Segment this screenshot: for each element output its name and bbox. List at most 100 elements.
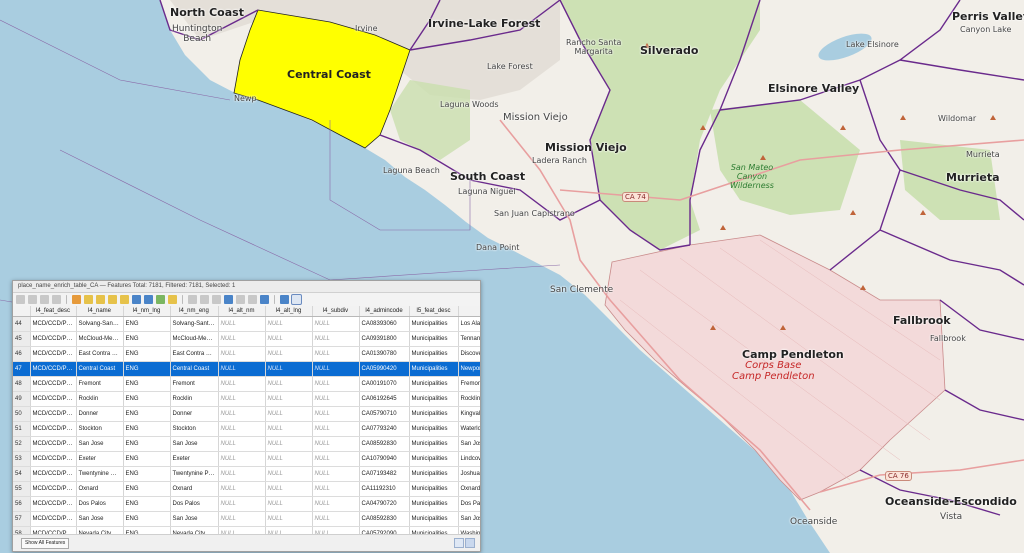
table-cell[interactable]: NULL xyxy=(265,451,313,467)
column-header[interactable] xyxy=(458,306,480,317)
table-cell[interactable]: Rocklin xyxy=(170,391,219,407)
row-number[interactable]: 50 xyxy=(13,406,31,422)
table-cell[interactable]: San Jos xyxy=(458,511,480,527)
table-cell[interactable]: ENG xyxy=(123,511,171,527)
table-cell[interactable]: CA05790710 xyxy=(359,406,410,422)
table-row[interactable]: 54MCD/CCD/Posit...Twentynine Pal...ENGTw… xyxy=(13,466,480,482)
table-cell[interactable]: NULL xyxy=(312,316,360,332)
table-cell[interactable]: NULL xyxy=(218,436,266,452)
table-cell[interactable]: Central Coast xyxy=(170,361,219,377)
table-cell[interactable]: NULL xyxy=(265,496,313,512)
add-feature-icon[interactable] xyxy=(72,295,81,304)
table-cell[interactable]: NULL xyxy=(218,481,266,497)
field-calculator-icon[interactable] xyxy=(260,295,269,304)
table-cell[interactable]: Municipalities xyxy=(409,316,459,332)
table-cell[interactable]: CA06192645 xyxy=(359,391,410,407)
table-cell[interactable]: MCD/CCD/Posit... xyxy=(30,466,77,482)
table-cell[interactable]: ENG xyxy=(123,466,171,482)
table-row-selected[interactable]: 47MCD/CCD/Posit...Central CoastENGCentra… xyxy=(13,361,480,377)
table-cell[interactable]: ENG xyxy=(123,436,171,452)
table-cell[interactable]: CA08592830 xyxy=(359,511,410,527)
table-cell[interactable]: CA00191070 xyxy=(359,376,410,392)
row-number[interactable]: 47 xyxy=(13,361,31,377)
table-cell[interactable]: MCD/CCD/Posit... xyxy=(30,481,77,497)
zoom-to-selected-icon[interactable] xyxy=(224,295,233,304)
table-cell[interactable]: Discover xyxy=(458,346,480,362)
column-header[interactable]: l4_alt_lng xyxy=(265,306,313,317)
table-cell[interactable]: ENG xyxy=(123,406,171,422)
table-row[interactable]: 57MCD/CCD/Posit...San JoseENGSan JoseNUL… xyxy=(13,511,480,527)
table-view-icon[interactable] xyxy=(465,538,475,548)
table-cell[interactable]: Waterlo xyxy=(458,421,480,437)
table-cell[interactable]: Dos Palos xyxy=(76,496,124,512)
column-header[interactable]: l4_name xyxy=(76,306,124,317)
table-cell[interactable]: NULL xyxy=(312,451,360,467)
row-number[interactable]: 53 xyxy=(13,451,31,467)
table-cell[interactable]: MCD/CCD/Posit... xyxy=(30,346,77,362)
table-cell[interactable]: MCD/CCD/Posit... xyxy=(30,451,77,467)
pan-to-selected-icon[interactable] xyxy=(212,295,221,304)
reload-icon[interactable] xyxy=(52,295,61,304)
table-cell[interactable]: ENG xyxy=(123,391,171,407)
column-header[interactable]: l4_subdiv xyxy=(312,306,360,317)
table-cell[interactable]: NULL xyxy=(218,421,266,437)
table-cell[interactable]: Municipalities xyxy=(409,511,459,527)
table-cell[interactable]: NULL xyxy=(312,331,360,347)
row-number[interactable]: 56 xyxy=(13,496,31,512)
table-cell[interactable]: Los Alam xyxy=(458,316,480,332)
table-row[interactable]: 45MCD/CCD/Posit...McCloud-Medi...ENGMcCl… xyxy=(13,331,480,347)
table-cell[interactable]: Solvang-Santa ... xyxy=(170,316,219,332)
table-cell[interactable]: NULL xyxy=(265,421,313,437)
filter-map-icon[interactable] xyxy=(188,295,197,304)
table-row[interactable]: 44MCD/CCD/Posit...Solvang-Santa ...ENGSo… xyxy=(13,316,480,332)
table-cell[interactable]: CA04790720 xyxy=(359,496,410,512)
table-cell[interactable]: Central Coast xyxy=(76,361,124,377)
table-cell[interactable]: Municipalities xyxy=(409,331,459,347)
table-cell[interactable]: Stockton xyxy=(170,421,219,437)
table-cell[interactable]: Exeter xyxy=(76,451,124,467)
row-number[interactable]: 52 xyxy=(13,436,31,452)
table-cell[interactable]: NULL xyxy=(218,511,266,527)
table-cell[interactable]: ENG xyxy=(123,421,171,437)
row-number[interactable]: 45 xyxy=(13,331,31,347)
table-cell[interactable]: NULL xyxy=(265,436,313,452)
row-number[interactable]: 46 xyxy=(13,346,31,362)
table-cell[interactable]: Newport xyxy=(458,361,480,377)
select-all-icon[interactable] xyxy=(144,295,153,304)
table-cell[interactable]: MCD/CCD/Posit... xyxy=(30,376,77,392)
table-cell[interactable]: CA09391800 xyxy=(359,331,410,347)
table-cell[interactable]: East Contra Cos... xyxy=(170,346,219,362)
table-cell[interactable]: NULL xyxy=(218,361,266,377)
table-cell[interactable]: Tennant xyxy=(458,331,480,347)
attribute-table-window[interactable]: place_name_enrich_table_CA — Features To… xyxy=(12,280,481,552)
table-cell[interactable]: Municipalities xyxy=(409,496,459,512)
table-cell[interactable]: Solvang-Santa ... xyxy=(76,316,124,332)
move-selection-top-icon[interactable] xyxy=(200,295,209,304)
table-cell[interactable]: NULL xyxy=(218,451,266,467)
table-cell[interactable]: NULL xyxy=(265,391,313,407)
table-cell[interactable]: McCloud-Medi... xyxy=(76,331,124,347)
table-cell[interactable]: Joshua xyxy=(458,466,480,482)
row-number[interactable]: 51 xyxy=(13,421,31,437)
table-cell[interactable]: NULL xyxy=(265,376,313,392)
table-cell[interactable]: ENG xyxy=(123,451,171,467)
table-cell[interactable]: NULL xyxy=(265,346,313,362)
table-row[interactable]: 56MCD/CCD/Posit...Dos PalosENGDos PalosN… xyxy=(13,496,480,512)
table-cell[interactable]: Municipalities xyxy=(409,361,459,377)
table-cell[interactable]: Oxnard xyxy=(458,481,480,497)
table-cell[interactable]: San Jose xyxy=(170,511,219,527)
table-cell[interactable]: Kingvale xyxy=(458,406,480,422)
table-cell[interactable]: CA01390780 xyxy=(359,346,410,362)
table-cell[interactable]: Municipalities xyxy=(409,346,459,362)
table-cell[interactable]: Exeter xyxy=(170,451,219,467)
row-number[interactable]: 49 xyxy=(13,391,31,407)
column-header[interactable]: l4_nm_lng xyxy=(123,306,171,317)
table-cell[interactable]: Rocklin xyxy=(458,391,480,407)
table-cell[interactable]: MCD/CCD/Posit... xyxy=(30,331,77,347)
deselect-icon[interactable] xyxy=(168,295,177,304)
table-cell[interactable]: NULL xyxy=(312,391,360,407)
table-cell[interactable]: Fremont xyxy=(76,376,124,392)
table-cell[interactable]: East Contra Cos... xyxy=(76,346,124,362)
delete-feature-icon[interactable] xyxy=(84,295,93,304)
table-cell[interactable]: NULL xyxy=(265,316,313,332)
